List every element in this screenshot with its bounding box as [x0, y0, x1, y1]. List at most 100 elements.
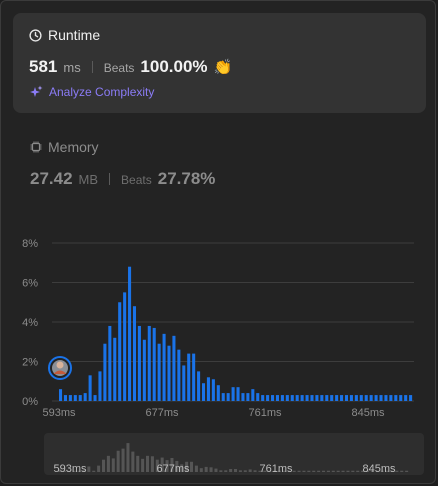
bar[interactable]: [359, 395, 363, 401]
overview-bar: [326, 470, 330, 472]
bar[interactable]: [404, 395, 408, 401]
bar[interactable]: [197, 371, 201, 401]
bar[interactable]: [285, 395, 289, 401]
bar[interactable]: [177, 349, 181, 401]
bar[interactable]: [344, 395, 349, 401]
divider: [91, 61, 93, 73]
overview-bar: [214, 468, 218, 472]
overview-bar: [141, 458, 145, 472]
bar[interactable]: [128, 266, 132, 401]
bar[interactable]: [157, 343, 161, 401]
overview-bar: [150, 456, 154, 472]
runtime-beats-label: Beats: [103, 61, 135, 75]
overview-bar: [336, 470, 340, 472]
bar[interactable]: [330, 395, 334, 401]
bar[interactable]: [137, 325, 141, 401]
bar[interactable]: [88, 375, 92, 401]
bar[interactable]: [280, 395, 284, 401]
runtime-card[interactable]: Runtime 581 ms Beats 100.00% 👏 Analyze C…: [13, 13, 426, 113]
bar[interactable]: [261, 395, 265, 401]
bar[interactable]: [172, 335, 176, 401]
bar[interactable]: [187, 353, 191, 401]
runtime-title: Runtime: [29, 27, 100, 43]
bar[interactable]: [290, 395, 294, 401]
bar[interactable]: [216, 385, 220, 401]
overview-bar: [341, 470, 345, 472]
bar[interactable]: [379, 395, 383, 401]
bar[interactable]: [123, 292, 127, 401]
bar[interactable]: [206, 377, 210, 401]
bar[interactable]: [369, 395, 373, 401]
bar[interactable]: [73, 395, 77, 401]
memory-card-title[interactable]: Memory: [30, 139, 99, 155]
x-tick-label: 677ms: [145, 407, 179, 419]
bar[interactable]: [320, 395, 324, 401]
overview-bar: [185, 461, 189, 472]
overview-bar: [92, 470, 96, 472]
overview-bar: [194, 465, 198, 472]
bar[interactable]: [256, 393, 260, 401]
bar[interactable]: [399, 395, 403, 401]
bar[interactable]: [295, 395, 299, 401]
bar[interactable]: [364, 395, 368, 401]
bar[interactable]: [315, 395, 319, 401]
overview-bar: [62, 470, 66, 472]
user-submission-marker[interactable]: [48, 356, 72, 380]
overview-bar: [395, 470, 399, 472]
bar[interactable]: [118, 302, 122, 401]
bar[interactable]: [192, 353, 196, 401]
bar[interactable]: [147, 325, 151, 401]
analyze-complexity-button[interactable]: Analyze Complexity: [29, 85, 154, 99]
bar[interactable]: [113, 337, 117, 401]
bar[interactable]: [226, 393, 230, 401]
bar[interactable]: [354, 395, 358, 401]
bar[interactable]: [310, 395, 314, 401]
bar[interactable]: [305, 395, 309, 401]
bar[interactable]: [83, 393, 87, 401]
bar[interactable]: [152, 327, 156, 401]
bar[interactable]: [167, 345, 171, 401]
bar[interactable]: [241, 393, 245, 401]
bar[interactable]: [182, 365, 186, 401]
bar[interactable]: [246, 393, 250, 401]
bar[interactable]: [108, 325, 112, 401]
bar[interactable]: [340, 395, 344, 401]
bar[interactable]: [98, 371, 102, 401]
bar[interactable]: [300, 395, 304, 401]
bar[interactable]: [59, 389, 63, 401]
overview-bar: [160, 457, 164, 472]
bar[interactable]: [93, 395, 97, 401]
memory-stats: 27.42 MB Beats 27.78%: [30, 169, 215, 189]
bar[interactable]: [394, 395, 398, 401]
bar[interactable]: [201, 383, 206, 401]
bar[interactable]: [251, 389, 255, 401]
overview-bar: [287, 470, 291, 472]
bar[interactable]: [211, 379, 215, 401]
bar[interactable]: [132, 306, 137, 401]
bar[interactable]: [335, 395, 339, 401]
bar[interactable]: [103, 343, 107, 401]
bar[interactable]: [266, 395, 270, 401]
bar[interactable]: [63, 395, 67, 401]
bar[interactable]: [142, 339, 146, 401]
bar[interactable]: [68, 395, 72, 401]
bar[interactable]: [409, 395, 413, 401]
bar[interactable]: [349, 395, 353, 401]
bar[interactable]: [325, 395, 329, 401]
bar[interactable]: [221, 393, 225, 401]
bar[interactable]: [78, 395, 82, 401]
bar[interactable]: [162, 333, 166, 401]
bar[interactable]: [374, 395, 378, 401]
overview-bar: [136, 455, 140, 472]
chart-range-overview[interactable]: 593ms 677ms 761ms 845ms: [44, 433, 424, 475]
bar[interactable]: [389, 395, 393, 401]
overview-bar: [97, 465, 101, 472]
bar[interactable]: [231, 387, 235, 401]
bar[interactable]: [384, 395, 388, 401]
bar[interactable]: [275, 395, 280, 401]
bar[interactable]: [271, 395, 275, 401]
bar[interactable]: [236, 387, 240, 401]
overview-bar: [302, 470, 306, 472]
overview-bar: [238, 470, 242, 472]
y-tick-label: 6%: [22, 278, 38, 290]
